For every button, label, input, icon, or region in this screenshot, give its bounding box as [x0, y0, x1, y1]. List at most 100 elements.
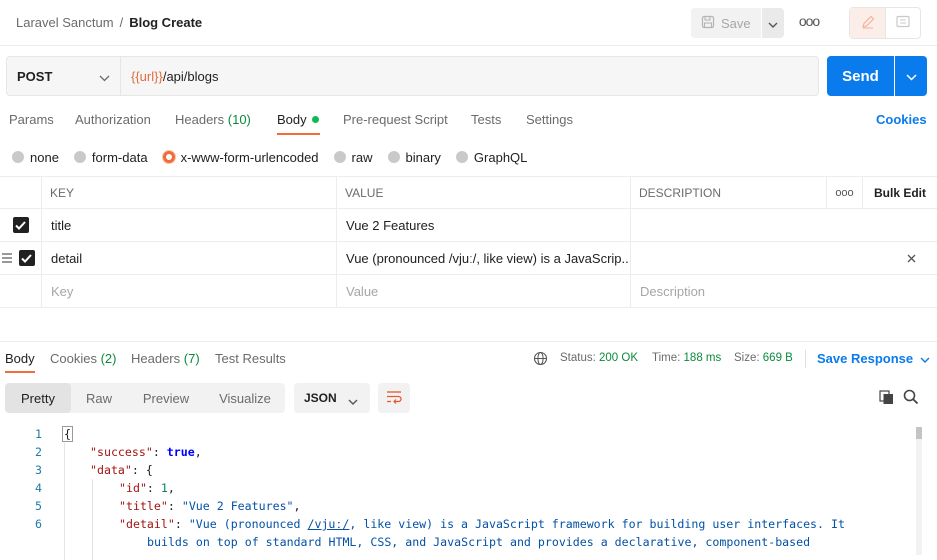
wrap-lines-button[interactable]: [378, 383, 410, 413]
param-key-input[interactable]: title: [42, 209, 337, 241]
save-options-button[interactable]: [762, 8, 784, 38]
param-description-input[interactable]: [631, 242, 901, 274]
save-response-label: Save Response: [817, 351, 914, 366]
copy-icon[interactable]: [879, 390, 894, 408]
search-icon[interactable]: [903, 389, 919, 408]
response-active-tab-indicator: [5, 371, 35, 373]
globe-icon[interactable]: [533, 351, 548, 369]
json-key: "data": [90, 463, 132, 477]
url-input[interactable]: {{url}}/api/blogs: [131, 69, 218, 84]
comments-button[interactable]: [886, 8, 920, 38]
send-button[interactable]: Send: [827, 56, 894, 96]
tab-body[interactable]: Body: [277, 112, 319, 127]
new-value-input[interactable]: Value: [337, 275, 631, 307]
radio-form-data-label: form-data: [91, 149, 148, 165]
radio-circle: [12, 151, 24, 163]
tab-body-label: Body: [277, 112, 307, 127]
scrollbar-thumb[interactable]: [916, 427, 922, 439]
breadcrumb: Laravel Sanctum / Blog Create: [16, 15, 202, 30]
breadcrumb-collection[interactable]: Laravel Sanctum: [16, 15, 114, 30]
param-value-input[interactable]: Vue 2 Features: [337, 209, 631, 241]
line-number: 1: [35, 427, 42, 441]
tab-pre-request-script[interactable]: Pre-request Script: [343, 112, 448, 127]
view-raw[interactable]: Raw: [71, 383, 127, 413]
tab-params[interactable]: Params: [9, 112, 54, 127]
save-response-button[interactable]: Save Response: [817, 351, 930, 366]
response-divider[interactable]: [0, 341, 937, 342]
cookies-link[interactable]: Cookies: [876, 112, 927, 127]
breadcrumb-separator: /: [119, 15, 124, 30]
active-tab-indicator: [277, 133, 320, 135]
radio-none[interactable]: none: [12, 150, 59, 165]
drag-handle-icon[interactable]: [2, 252, 12, 267]
json-string-link: /vjuː/: [307, 517, 350, 531]
row-checkbox[interactable]: [18, 250, 35, 266]
bulk-edit-button[interactable]: Bulk Edit: [863, 177, 937, 209]
save-button[interactable]: Save: [691, 8, 761, 38]
row-checkbox-cell: [0, 275, 42, 307]
json-key: "id": [119, 481, 147, 495]
side-panel-toggle: [849, 7, 921, 39]
tab-response-headers[interactable]: Headers (7): [131, 351, 200, 366]
row-checkbox-cell: [0, 209, 42, 241]
tab-response-cookies[interactable]: Cookies (2): [50, 351, 116, 366]
param-key-input[interactable]: detail: [42, 242, 337, 274]
response-time[interactable]: Time: 188 ms: [652, 352, 721, 364]
response-size[interactable]: Size: 669 B: [734, 352, 793, 364]
chevron-down-icon: [768, 16, 778, 31]
tab-headers[interactable]: Headers (10): [175, 112, 251, 127]
view-visualize[interactable]: Visualize: [205, 383, 285, 413]
save-disk-icon: [701, 15, 715, 32]
radio-binary[interactable]: binary: [387, 150, 441, 165]
radio-raw[interactable]: raw: [333, 150, 373, 165]
view-preview[interactable]: Preview: [127, 383, 205, 413]
request-name[interactable]: Blog Create: [129, 15, 202, 30]
url-path: /api/blogs: [162, 69, 219, 84]
json-key: "title": [119, 499, 168, 513]
json-key: "detail": [119, 517, 175, 531]
json-brace: {: [145, 463, 153, 477]
response-view-switcher: Pretty Raw Preview Visualize: [5, 383, 285, 413]
code-line: "title": "Vue 2 Features",: [119, 499, 301, 513]
headers-count: (10): [227, 112, 251, 127]
documentation-button[interactable]: [850, 8, 886, 38]
row-checkbox[interactable]: [12, 217, 29, 233]
tab-authorization[interactable]: Authorization: [75, 112, 151, 127]
request-tabs: Params Authorization Headers (10) Body P…: [0, 104, 937, 136]
radio-circle: [333, 151, 346, 163]
json-string: "Vue 2 Features": [181, 499, 294, 513]
response-body-editor[interactable]: 1 2 3 4 5 6 { "success": true, "data": {…: [0, 425, 937, 560]
tab-headers-label: Headers: [175, 112, 225, 127]
new-key-input[interactable]: Key: [42, 275, 337, 307]
radio-circle: [387, 151, 400, 163]
line-number: 6: [35, 517, 42, 531]
radio-urlencoded[interactable]: x-www-form-urlencoded: [162, 150, 319, 165]
tab-response-body[interactable]: Body: [5, 351, 35, 366]
tab-test-results[interactable]: Test Results: [215, 351, 286, 366]
column-options-button[interactable]: ooo: [827, 177, 863, 209]
more-actions-button[interactable]: ooo: [798, 13, 820, 33]
response-cookies-count: (2): [100, 351, 117, 366]
method-select[interactable]: POST: [7, 57, 121, 95]
delete-row-button[interactable]: [901, 242, 921, 274]
size-label: Size:: [734, 352, 760, 364]
code-line: "data": {: [90, 463, 153, 477]
wrap-lines-icon: [386, 390, 402, 407]
column-description: DESCRIPTION: [631, 177, 827, 209]
send-options-button[interactable]: [895, 56, 927, 96]
line-number: 5: [35, 499, 42, 513]
tab-settings[interactable]: Settings: [526, 112, 573, 127]
param-description-input[interactable]: [631, 209, 937, 241]
line-number: 4: [35, 481, 42, 495]
tab-tests[interactable]: Tests: [471, 112, 501, 127]
param-value-input[interactable]: Vue (pronounced /vjuː/, like view) is a …: [337, 242, 631, 274]
view-pretty[interactable]: Pretty: [5, 383, 71, 413]
tab-response-headers-label: Headers: [131, 351, 181, 366]
format-select[interactable]: JSON: [294, 383, 370, 413]
indent-guide: [64, 443, 65, 560]
response-status[interactable]: Status: 200 OK: [560, 352, 638, 364]
radio-graphql[interactable]: GraphQL: [455, 150, 527, 165]
new-description-input[interactable]: Description: [631, 275, 937, 307]
radio-form-data[interactable]: form-data: [73, 149, 148, 165]
editor-scrollbar[interactable]: [916, 427, 922, 555]
